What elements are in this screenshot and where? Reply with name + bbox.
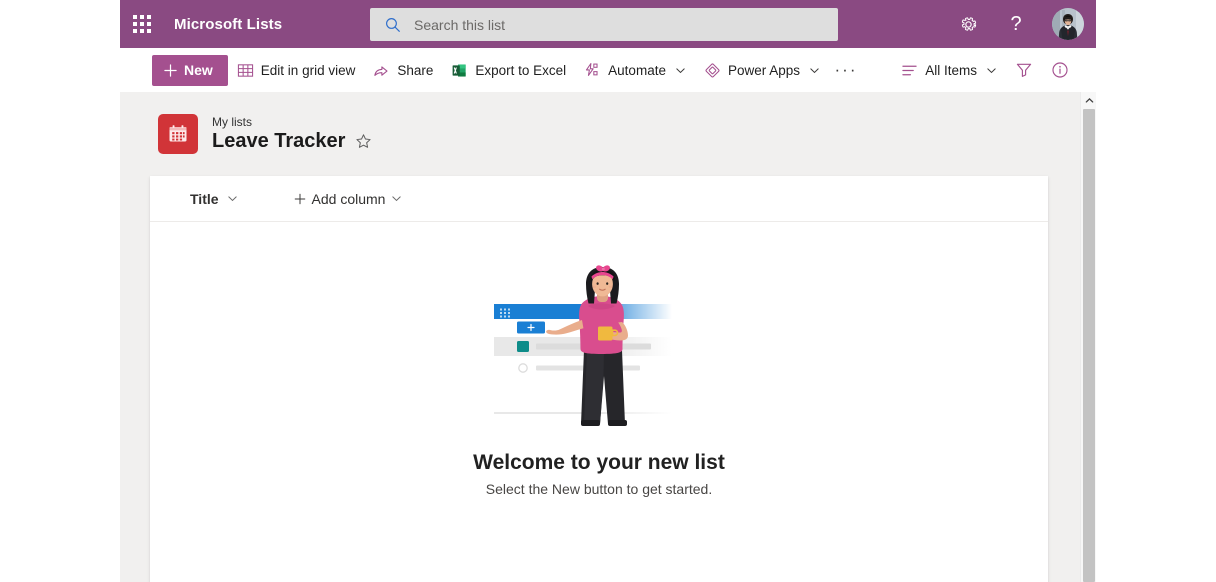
column-headers-row: Title Add column [150,176,1048,222]
share-icon [374,65,388,76]
share-button[interactable]: Share [364,50,442,90]
chevron-up-icon [1085,97,1093,103]
export-to-excel-button[interactable]: Export to Excel [442,50,575,90]
scroll-thumb[interactable] [1083,109,1095,582]
empty-state-subtitle: Select the New button to get started. [485,481,713,497]
help-button[interactable]: ? [992,0,1040,48]
automate-button[interactable]: Automate [575,50,695,90]
plus-icon [164,63,177,77]
search-input[interactable] [414,16,804,33]
edit-in-grid-view-button[interactable]: Edit in grid view [228,50,365,90]
avatar-photo-icon [1052,8,1084,40]
edit-in-grid-view-label: Edit in grid view [260,62,356,78]
command-bar-right: All Items [892,48,1078,92]
list-header: My lists Leave Tracker [158,114,372,154]
power-apps-icon [705,63,720,77]
more-commands-button[interactable]: ··· [829,50,863,90]
power-apps-button[interactable]: Power Apps [695,50,829,90]
brand-title[interactable]: Microsoft Lists [174,16,282,33]
account-button[interactable] [1040,0,1096,48]
grid-view-icon [237,63,253,77]
command-bar: New Edit in grid view Share Export to Ex… [120,48,1096,92]
question-mark-icon: ? [1010,13,1022,35]
list-content-card: Title Add column Welcome to your new lis… [150,176,1048,582]
view-selector-button[interactable]: All Items [892,50,1006,90]
view-selector-label: All Items [925,62,977,78]
scroll-up-button[interactable] [1081,92,1096,109]
search-icon [386,17,400,32]
chevron-down-icon [810,67,819,73]
calendar-icon [169,125,187,142]
excel-icon [452,63,467,77]
add-column-button[interactable]: Add column [288,187,409,211]
export-to-excel-label: Export to Excel [475,62,567,78]
list-icon [158,114,198,154]
filter-icon [1016,63,1032,77]
suite-header-actions: ? [944,0,1096,48]
waffle-icon [133,15,151,33]
list-header-text: My lists Leave Tracker [212,115,372,153]
chevron-down-icon [392,196,402,202]
filter-button[interactable] [1006,50,1042,90]
app-page: Microsoft Lists ? [0,0,1216,582]
power-automate-icon [586,62,598,76]
column-header-title-label: Title [190,190,219,207]
add-column-label: Add column [311,190,386,207]
settings-button[interactable] [944,0,992,48]
breadcrumb[interactable]: My lists [212,115,372,129]
star-outline-icon [356,134,372,148]
empty-state: Welcome to your new list Select the New … [150,222,1048,582]
info-icon [1052,62,1068,78]
suite-header: Microsoft Lists ? [120,0,1096,48]
info-button[interactable] [1042,50,1078,90]
search-box[interactable] [370,8,838,41]
power-apps-label: Power Apps [727,62,801,78]
vertical-scrollbar[interactable] [1080,92,1096,582]
ellipsis-icon: ··· [834,60,858,79]
list-view-icon [902,65,917,75]
chevron-down-icon [227,196,237,202]
gear-icon [961,16,976,31]
woman-with-list-app-illustration [493,265,672,426]
new-button-label: New [184,62,213,78]
chevron-down-icon [676,67,685,73]
plus-icon [294,193,305,204]
share-label: Share [397,62,434,78]
app-launcher-button[interactable] [120,0,164,48]
automate-label: Automate [608,62,666,78]
page-title[interactable]: Leave Tracker [212,130,345,153]
list-canvas: My lists Leave Tracker Title Add column … [120,92,1096,582]
list-title-row: Leave Tracker [212,130,372,153]
empty-state-title: Welcome to your new list [473,451,725,474]
column-header-title[interactable]: Title [184,187,244,211]
favorite-button[interactable] [355,133,372,150]
new-button[interactable]: New [152,54,228,86]
avatar [1052,8,1084,40]
chevron-down-icon [987,67,996,73]
